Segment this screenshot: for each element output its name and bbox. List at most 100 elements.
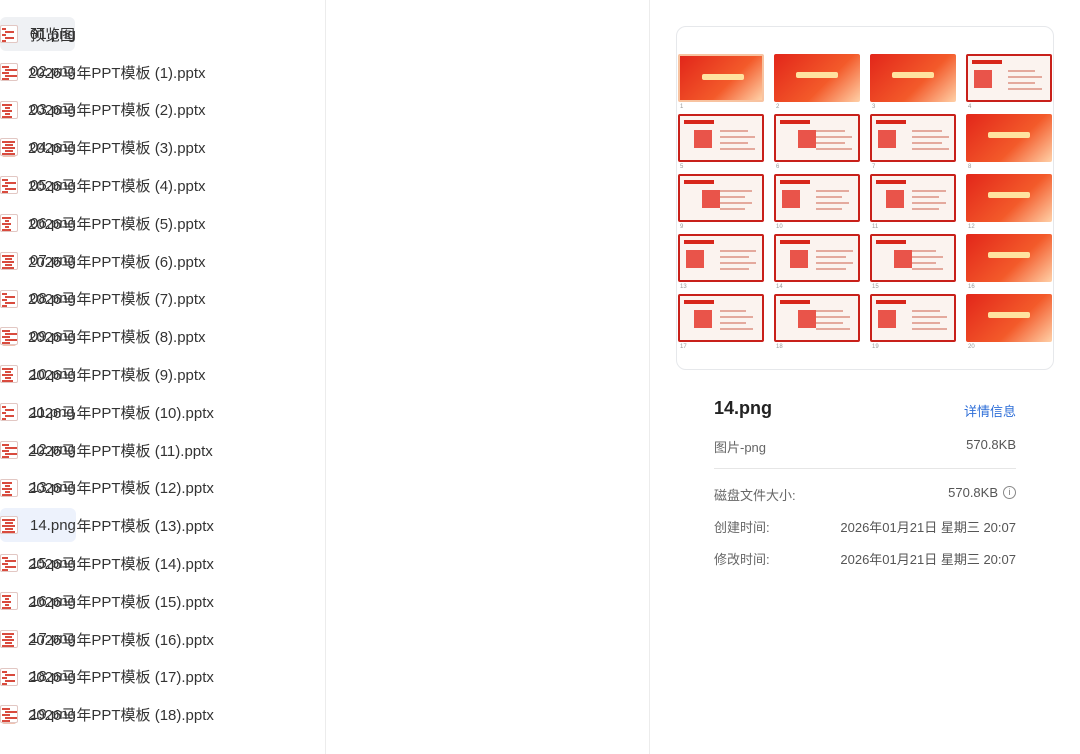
slide-thumbnail[interactable] — [774, 54, 860, 102]
image-file-icon — [0, 403, 18, 421]
image-file-icon — [0, 251, 18, 270]
file-type: 图片-png — [714, 440, 767, 455]
png-file-item[interactable]: 07.png — [0, 244, 76, 278]
png-file-item[interactable]: 02.png — [0, 55, 76, 89]
slide-thumbnail[interactable] — [870, 234, 956, 282]
slide-number: 10 — [776, 224, 783, 230]
png-file-name: 07.png — [30, 252, 76, 270]
slide-number: 20 — [968, 344, 975, 350]
png-file-item[interactable]: 11.png — [0, 395, 75, 429]
slide-thumbnail[interactable] — [966, 114, 1052, 162]
image-file-icon — [0, 440, 18, 459]
slide-thumbnail[interactable] — [678, 234, 764, 282]
png-file-item[interactable]: 16.png — [0, 584, 76, 618]
png-file-name: 02.png — [30, 63, 76, 81]
disk-size-label: 磁盘文件大小: — [714, 488, 796, 503]
divider — [714, 468, 1016, 469]
slide-thumbnail[interactable] — [966, 234, 1052, 282]
slide-thumbnail[interactable] — [678, 174, 764, 222]
slide-number: 4 — [968, 104, 972, 110]
image-file-icon — [0, 592, 18, 610]
image-file-icon — [0, 629, 18, 648]
slide-number: 2 — [776, 104, 780, 110]
slide-thumbnail[interactable] — [966, 294, 1052, 342]
png-file-name: 03.png — [30, 101, 76, 119]
png-file-item[interactable]: 06.png — [0, 206, 76, 240]
png-file-name: 17.png — [30, 630, 76, 648]
image-file-icon — [0, 365, 18, 384]
png-file-name: 10.png — [30, 365, 76, 383]
modified-value: 2026年01月21日 星期三 20:07 — [840, 552, 1016, 567]
png-file-item[interactable]: 08.png — [0, 282, 76, 316]
slide-number: 19 — [872, 344, 879, 350]
file-column — [326, 0, 650, 754]
slide-thumbnail[interactable] — [774, 114, 860, 162]
png-file-item[interactable]: 17.png — [0, 622, 76, 656]
image-file-icon — [0, 214, 18, 232]
slide-number: 7 — [872, 164, 876, 170]
png-file-item[interactable]: 14.png — [0, 508, 76, 543]
png-file-item[interactable]: 09.png — [0, 319, 76, 353]
slide-thumbnail[interactable] — [966, 54, 1052, 102]
slide-number: 8 — [968, 164, 972, 170]
png-file-name: 05.png — [30, 176, 76, 194]
slide-thumbnail[interactable] — [678, 294, 764, 342]
image-file-icon — [0, 478, 18, 497]
image-file-icon — [0, 667, 18, 686]
image-file-icon — [0, 327, 18, 346]
slide-number: 1 — [680, 104, 684, 110]
png-file-name: 14.png — [30, 516, 76, 534]
slide-thumbnail[interactable] — [774, 174, 860, 222]
png-file-name: 04.png — [30, 138, 76, 156]
png-file-name: 16.png — [30, 592, 76, 610]
slide-thumbnail[interactable] — [870, 174, 956, 222]
created-value: 2026年01月21日 星期三 20:07 — [840, 520, 1016, 535]
disk-size-row: 570.8KB i — [948, 485, 1016, 500]
png-file-item[interactable]: 13.png — [0, 471, 76, 505]
file-size: 570.8KB — [966, 437, 1016, 452]
png-file-item[interactable]: 19.png — [0, 697, 76, 731]
image-file-icon — [0, 554, 18, 573]
slide-number: 9 — [680, 224, 684, 230]
png-file-name: 19.png — [30, 705, 76, 723]
image-file-icon — [0, 516, 18, 535]
image-file-icon — [0, 289, 18, 308]
png-file-name: 08.png — [30, 290, 76, 308]
png-file-name: 09.png — [30, 327, 76, 345]
png-file-name: 06.png — [30, 214, 76, 232]
image-file-icon — [0, 176, 18, 195]
details-link[interactable]: 详情信息 — [964, 401, 1016, 420]
png-file-name: 12.png — [30, 441, 76, 459]
modified-label: 修改时间: — [714, 552, 770, 567]
image-file-icon — [0, 25, 18, 43]
slide-number: 16 — [968, 284, 975, 290]
image-file-icon — [0, 62, 18, 81]
slide-thumbnail[interactable] — [678, 54, 764, 102]
png-file-item[interactable]: 03.png — [0, 93, 76, 127]
slide-number: 13 — [680, 284, 687, 290]
png-file-item[interactable]: 15.png — [0, 546, 76, 580]
slide-number: 17 — [680, 344, 687, 350]
slide-number: 11 — [872, 224, 879, 230]
image-file-icon — [0, 138, 18, 157]
slide-thumbnail[interactable] — [774, 294, 860, 342]
slide-thumbnail[interactable] — [774, 234, 860, 282]
info-icon[interactable]: i — [1003, 486, 1016, 499]
png-file-item[interactable]: 04.png — [0, 130, 76, 164]
png-file-item[interactable]: 01.png — [0, 17, 76, 51]
png-file-item[interactable]: 12.png — [0, 433, 76, 467]
png-file-item[interactable]: 10.png — [0, 357, 76, 391]
slide-thumbnail[interactable] — [966, 174, 1052, 222]
slide-thumbnail[interactable] — [870, 294, 956, 342]
slide-number: 14 — [776, 284, 783, 290]
slide-number: 6 — [776, 164, 780, 170]
slide-thumbnail[interactable] — [870, 114, 956, 162]
png-file-item[interactable]: 05.png — [0, 168, 76, 202]
png-file-name: 01.png — [30, 25, 76, 43]
slide-thumbnail[interactable] — [678, 114, 764, 162]
slide-number: 15 — [872, 284, 879, 290]
png-file-item[interactable]: 18.png — [0, 660, 76, 694]
slide-number: 12 — [968, 224, 975, 230]
slide-thumbnail[interactable] — [870, 54, 956, 102]
disk-size-value: 570.8KB — [948, 485, 998, 500]
